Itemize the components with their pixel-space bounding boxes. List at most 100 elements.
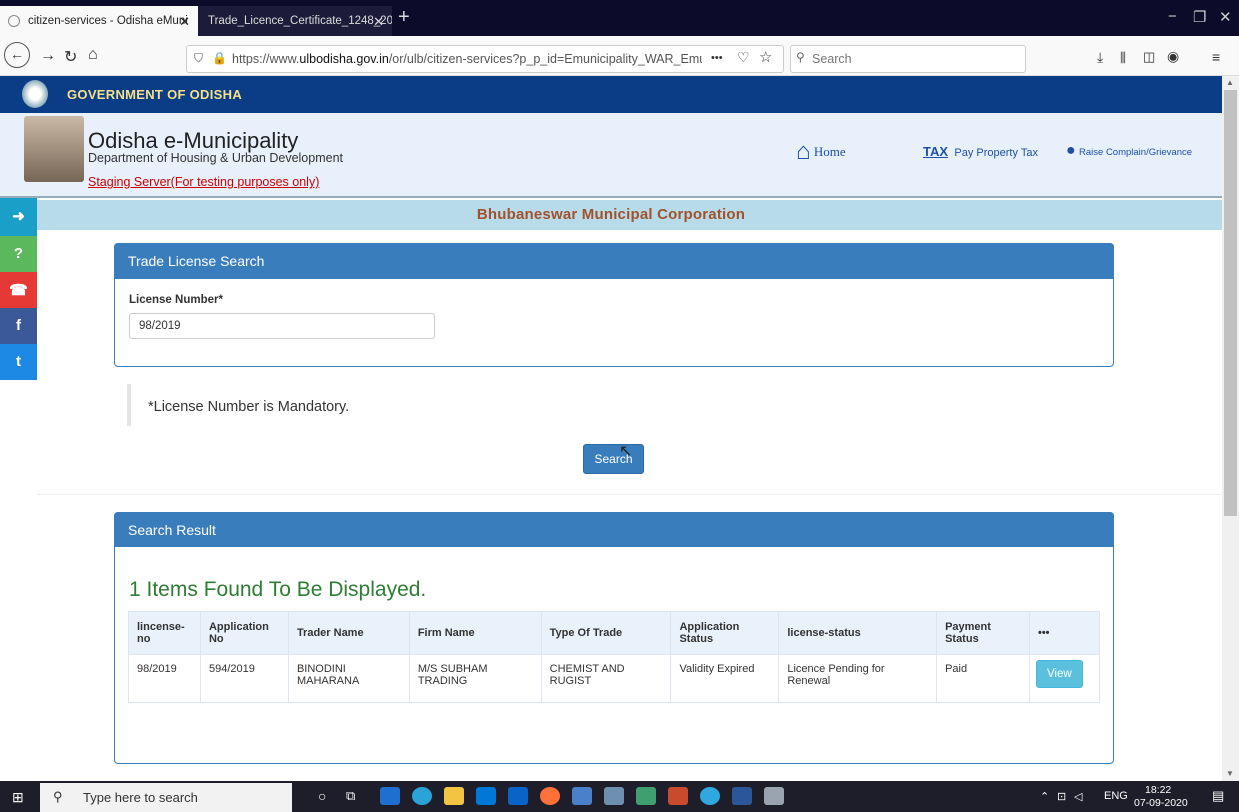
home-nav-link[interactable]: ⌂ Home [796, 138, 846, 166]
col-actions: ••• [1028, 611, 1101, 655]
license-number-input[interactable] [129, 313, 435, 339]
tab-title: Trade_Licence_Certificate_1248_202 [208, 15, 392, 27]
leader-photo [24, 116, 84, 182]
close-tab-icon[interactable]: ✕ [179, 14, 190, 30]
close-tab-icon[interactable]: ✕ [373, 14, 384, 30]
network-app-icon[interactable] [572, 787, 592, 805]
col-license-status: license-status [778, 611, 938, 655]
cell-application-no: 594/2019 [199, 654, 289, 703]
cell-license-no: 98/2019 [128, 654, 201, 703]
table-row: 98/2019 594/2019 BINODINI MAHARANA M/S S… [128, 654, 1101, 703]
cell-trader-name: BINODINI MAHARANA [287, 654, 410, 703]
organization-name: Bhubaneswar Municipal Corporation [476, 206, 746, 223]
license-number-label: License Number* [129, 294, 223, 306]
chart-app-icon[interactable] [636, 787, 656, 805]
task-view-icon[interactable]: ⧉ [346, 788, 355, 804]
table-header-row: lincense-no Application No Trader Name F… [128, 611, 1101, 655]
pay-property-tax-label: Pay Property Tax [954, 147, 1038, 159]
sidebar-icon[interactable]: ◫ [1143, 49, 1155, 65]
cell-actions: View [1028, 654, 1101, 703]
col-license-no: lincense-no [128, 611, 201, 655]
tax-icon: TAX [923, 144, 949, 159]
items-found-text: 1 Items Found To Be Displayed. [129, 578, 427, 601]
ie-icon[interactable] [380, 787, 400, 805]
tray-language[interactable]: ENG [1104, 790, 1128, 802]
browser-search-placeholder: Search [812, 52, 852, 66]
download-icon[interactable]: ⤓ [1097, 49, 1103, 66]
chrome-icon[interactable] [700, 787, 720, 805]
page-actions-icon[interactable]: ••• [711, 52, 723, 64]
minimize-icon[interactable]: − [1168, 8, 1177, 25]
pay-property-tax-link[interactable]: TAX Pay Property Tax [923, 144, 1038, 159]
note-border [127, 384, 131, 426]
trade-license-search-title: Trade License Search [114, 243, 1114, 279]
search-result-title: Search Result [114, 512, 1114, 547]
raise-complain-link[interactable]: ● Raise Complain/Grievance [1066, 142, 1192, 160]
word-icon[interactable] [732, 787, 752, 805]
forward-arrow-icon[interactable]: → [40, 47, 56, 65]
url-text[interactable]: https://www.ulbodisha.gov.in/or/ulb/citi… [232, 52, 702, 66]
back-arrow-icon[interactable]: ← [4, 42, 30, 68]
app-icon[interactable] [604, 787, 624, 805]
library-icon[interactable]: ⫼ [1120, 50, 1126, 66]
search-button[interactable]: Search [583, 444, 644, 474]
scroll-up-icon[interactable]: ▲ [1226, 78, 1234, 87]
results-table: lincense-no Application No Trader Name F… [128, 611, 1101, 703]
menu-icon[interactable]: ≡ [1212, 49, 1220, 65]
windows-start-icon[interactable]: ⊞ [12, 789, 24, 806]
twitter-icon[interactable]: t [0, 344, 37, 380]
taskbar-search-box[interactable]: Type here to search [40, 783, 292, 812]
tray-network-icon[interactable]: ⊡ [1057, 790, 1066, 803]
pocket-icon[interactable]: ♡ [737, 49, 750, 66]
staging-server-link[interactable]: Staging Server(For testing purposes only… [88, 175, 319, 189]
col-firm-name: Firm Name [408, 611, 542, 655]
person-icon: ● [1066, 142, 1076, 159]
raise-complain-label: Raise Complain/Grievance [1079, 147, 1193, 158]
cell-payment-status: Paid [936, 654, 1030, 703]
account-icon[interactable]: ◉ [1167, 48, 1179, 65]
cell-type-of-trade: CHEMIST AND RUGIST [540, 654, 672, 703]
odisha-emblem-icon [22, 80, 48, 108]
mouse-cursor-icon: ↖ [619, 443, 633, 460]
facebook-icon[interactable]: f [0, 308, 37, 344]
government-title: GOVERNMENT OF ODISHA [67, 87, 243, 102]
maximize-icon[interactable]: ❐ [1193, 8, 1206, 26]
tab-title: citizen-services - Odisha eMuni [28, 15, 188, 27]
view-button[interactable]: View [1035, 660, 1083, 688]
section-divider [37, 494, 1222, 495]
tab-trade-licence-certificate[interactable]: Trade_Licence_Certificate_1248_202 ✕ [198, 6, 392, 36]
new-tab-icon[interactable]: + [398, 6, 410, 29]
paint-icon[interactable] [764, 787, 784, 805]
col-trader-name: Trader Name [287, 611, 410, 655]
lock-warning-icon[interactable]: 🔒 [212, 51, 227, 65]
home-nav-label: Home [813, 144, 846, 159]
scrollbar-thumb[interactable] [1224, 90, 1237, 516]
mail-icon[interactable] [508, 787, 528, 805]
home-icon[interactable]: ⌂ [88, 46, 98, 64]
cell-application-status: Validity Expired [670, 654, 780, 703]
tray-volume-icon[interactable]: ◁ [1074, 790, 1082, 803]
edge-icon[interactable] [412, 787, 432, 805]
bookmark-star-icon[interactable]: ☆ [759, 48, 772, 66]
stack-app-icon[interactable] [668, 787, 688, 805]
reload-icon[interactable]: ↻ [64, 47, 77, 67]
phone-icon[interactable]: ☎ [0, 272, 37, 308]
tray-chevron-icon[interactable]: ⌃ [1040, 790, 1049, 803]
close-window-icon[interactable]: ✕ [1219, 8, 1232, 26]
file-explorer-icon[interactable] [444, 787, 464, 805]
search-icon: ⚲ [796, 50, 805, 64]
tray-time[interactable]: 18:22 [1145, 784, 1171, 796]
shield-icon[interactable]: ⛉ [194, 51, 203, 66]
cell-firm-name: M/S SUBHAM TRADING [408, 654, 542, 703]
help-icon[interactable]: ? [0, 236, 37, 272]
notifications-icon[interactable]: ▤ [1212, 788, 1224, 804]
tray-date[interactable]: 07-09-2020 [1134, 797, 1188, 809]
scroll-down-icon[interactable]: ▼ [1226, 769, 1234, 778]
store-icon[interactable] [476, 787, 496, 805]
cortana-icon[interactable]: ○ [318, 788, 326, 804]
firefox-icon[interactable] [540, 787, 560, 805]
house-icon: ⌂ [796, 138, 811, 165]
tab-favicon-icon [8, 15, 20, 27]
tab-citizen-services[interactable]: citizen-services - Odisha eMuni ✕ [0, 6, 198, 36]
cell-license-status: Licence Pending for Renewal [778, 654, 938, 703]
